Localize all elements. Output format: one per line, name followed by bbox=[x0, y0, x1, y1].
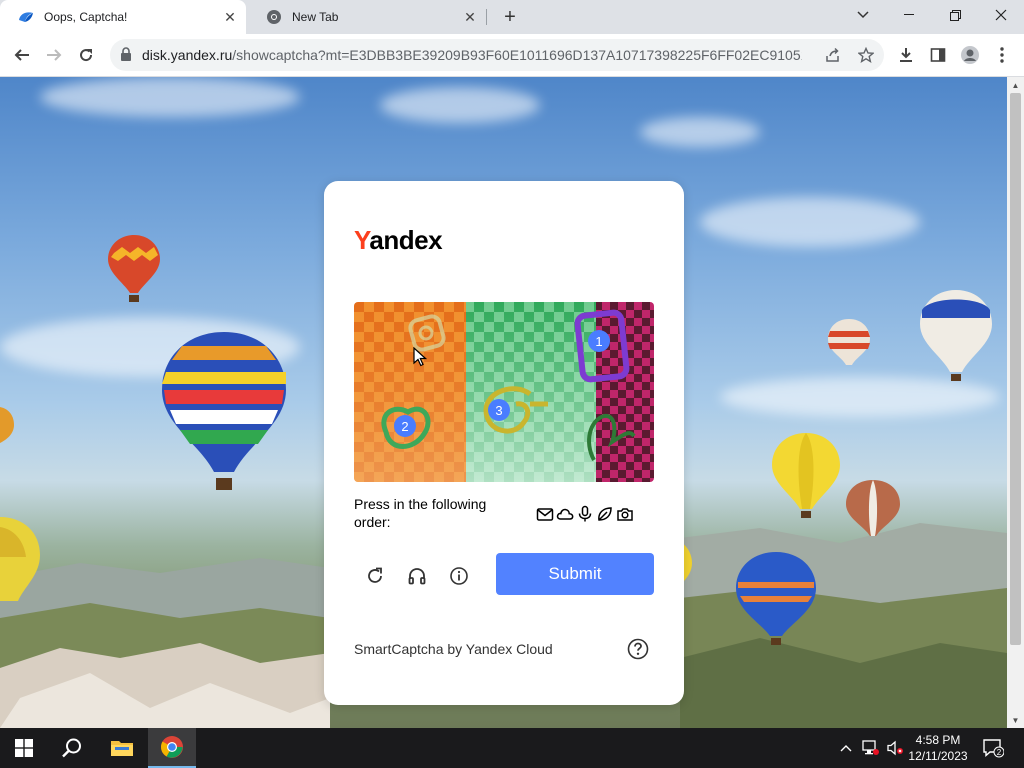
leaf-icon bbox=[598, 507, 612, 521]
captcha-card: Yandex 1 2 3 Press in the following orde… bbox=[324, 181, 684, 705]
minimize-button[interactable] bbox=[886, 0, 932, 30]
cloud-shape bbox=[40, 77, 300, 117]
menu-kebab-icon[interactable] bbox=[990, 43, 1014, 67]
taskbar-search-button[interactable] bbox=[48, 728, 96, 768]
logo-y: Y bbox=[354, 225, 370, 255]
yandex-logo: Yandex bbox=[354, 225, 443, 256]
chevron-up-icon bbox=[840, 745, 852, 752]
reload-button[interactable] bbox=[72, 41, 100, 69]
cloud-shape bbox=[720, 377, 1000, 417]
browser-toolbar: disk.yandex.ru/showcaptcha?mt=E3DBB3BE39… bbox=[0, 34, 1024, 77]
profile-avatar-icon[interactable] bbox=[958, 43, 982, 67]
start-button[interactable] bbox=[0, 728, 48, 768]
new-tab-button[interactable]: + bbox=[498, 5, 522, 29]
notification-center-button[interactable]: 2 bbox=[978, 728, 1008, 768]
side-panel-icon[interactable] bbox=[926, 43, 950, 67]
windows-logo-icon bbox=[15, 739, 33, 757]
page-scrollbar[interactable]: ▲ ▼ bbox=[1007, 77, 1024, 728]
chrome-icon bbox=[161, 736, 183, 758]
folder-icon bbox=[111, 741, 133, 756]
camera-icon bbox=[617, 508, 633, 521]
marker-label-3: 3 bbox=[495, 403, 502, 418]
hot-air-balloon bbox=[162, 332, 286, 490]
clock-date: 12/11/2023 bbox=[908, 749, 968, 763]
tab-title: Oops, Captcha! bbox=[44, 10, 128, 24]
bookmark-star-icon[interactable] bbox=[855, 44, 877, 66]
marker-label-1: 1 bbox=[595, 334, 602, 349]
tab-strip: Oops, Captcha! ✕ New Tab ✕ + bbox=[0, 0, 1024, 34]
marker-label-2: 2 bbox=[401, 419, 408, 434]
hot-air-balloon bbox=[108, 235, 160, 302]
cloud-shape bbox=[640, 117, 760, 147]
hot-air-balloon bbox=[828, 319, 870, 365]
notification-icon: 2 bbox=[983, 739, 1004, 758]
chrome-icon bbox=[266, 9, 282, 25]
windows-taskbar: 4:58 PM 12/11/2023 2 bbox=[0, 728, 1024, 768]
forward-button[interactable] bbox=[40, 41, 68, 69]
smartcaptcha-footer: SmartCaptcha by Yandex Cloud bbox=[354, 641, 553, 657]
hot-air-balloon bbox=[0, 407, 14, 443]
taskbar-chrome[interactable] bbox=[148, 728, 196, 768]
tab-new-tab[interactable]: New Tab ✕ bbox=[248, 0, 486, 34]
hot-air-balloon bbox=[0, 517, 40, 601]
envelope-icon bbox=[536, 508, 554, 521]
notification-count: 2 bbox=[997, 748, 1002, 757]
info-icon bbox=[450, 567, 468, 585]
clock-time: 4:58 PM bbox=[915, 733, 961, 747]
captcha-instruction: Press in the following order: bbox=[354, 496, 487, 530]
taskbar-file-explorer[interactable] bbox=[98, 728, 146, 768]
headphones-icon bbox=[408, 568, 426, 585]
tab-divider bbox=[486, 9, 487, 25]
url-path: /showcaptcha?mt=E3DBB3BE39209B93F60E1011… bbox=[232, 47, 802, 63]
hot-air-balloon bbox=[846, 480, 900, 536]
scrollbar-thumb[interactable] bbox=[1010, 93, 1021, 645]
help-button[interactable] bbox=[626, 637, 650, 661]
show-hidden-icons-button[interactable] bbox=[836, 728, 856, 768]
captcha-order-icons bbox=[536, 503, 636, 525]
close-tab-icon[interactable]: ✕ bbox=[460, 7, 480, 27]
cloud-shape bbox=[700, 197, 920, 247]
hot-air-balloon bbox=[772, 433, 840, 518]
scroll-down-arrow-icon[interactable]: ▼ bbox=[1007, 712, 1024, 728]
url-text[interactable]: disk.yandex.ru/showcaptcha?mt=E3DBB3BE39… bbox=[142, 47, 802, 63]
refresh-icon bbox=[368, 567, 382, 583]
back-button[interactable] bbox=[8, 41, 36, 69]
tab-oops-captcha[interactable]: Oops, Captcha! ✕ bbox=[0, 0, 246, 34]
hot-air-balloon bbox=[920, 290, 992, 381]
network-icon bbox=[862, 740, 879, 755]
search-icon bbox=[62, 738, 81, 758]
volume-muted-icon bbox=[887, 740, 903, 756]
yandex-disk-icon bbox=[18, 9, 34, 25]
network-tray-button[interactable] bbox=[860, 728, 882, 768]
download-icon[interactable] bbox=[894, 43, 918, 67]
submit-button[interactable]: Submit bbox=[496, 553, 654, 595]
close-window-button[interactable] bbox=[978, 0, 1024, 30]
scroll-up-arrow-icon[interactable]: ▲ bbox=[1007, 77, 1024, 93]
info-button[interactable] bbox=[446, 563, 472, 589]
close-tab-icon[interactable]: ✕ bbox=[220, 7, 240, 27]
share-icon[interactable] bbox=[822, 44, 844, 66]
cloud-shape bbox=[380, 87, 540, 123]
question-icon bbox=[627, 638, 649, 660]
address-bar[interactable]: disk.yandex.ru/showcaptcha?mt=E3DBB3BE39… bbox=[110, 39, 884, 71]
hot-air-balloon bbox=[736, 552, 816, 645]
taskbar-clock[interactable]: 4:58 PM 12/11/2023 bbox=[906, 732, 970, 764]
mouse-cursor-icon bbox=[413, 347, 427, 367]
volume-tray-button[interactable] bbox=[884, 728, 906, 768]
tab-search-icon[interactable] bbox=[840, 0, 886, 30]
tab-title: New Tab bbox=[292, 10, 339, 24]
refresh-captcha-button[interactable] bbox=[362, 563, 388, 589]
audio-captcha-button[interactable] bbox=[404, 563, 430, 589]
url-domain: disk.yandex.ru bbox=[142, 47, 233, 63]
cloud-icon bbox=[556, 508, 574, 520]
lock-icon[interactable] bbox=[120, 47, 134, 63]
logo-rest: andex bbox=[369, 225, 443, 255]
captcha-image[interactable]: 1 2 3 bbox=[354, 302, 654, 482]
microphone-icon bbox=[578, 505, 592, 522]
restore-button[interactable] bbox=[932, 0, 978, 30]
